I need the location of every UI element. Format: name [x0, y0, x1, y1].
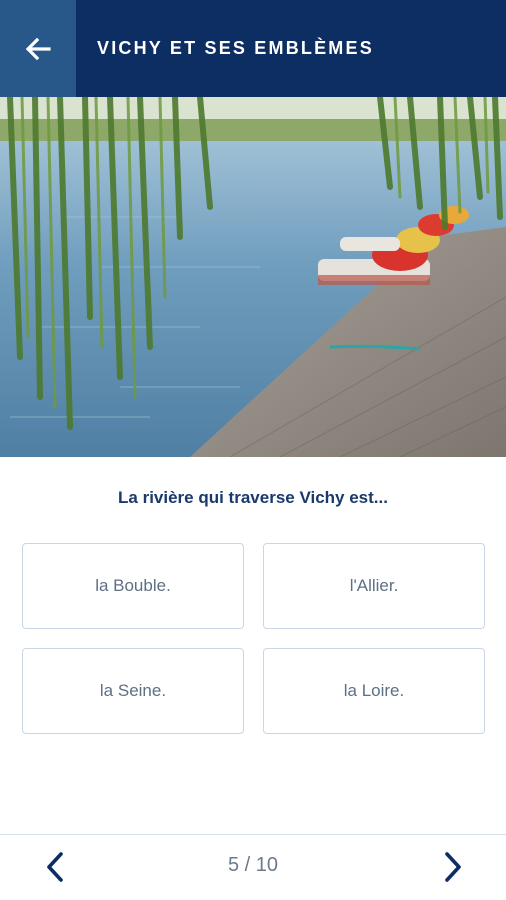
arrow-left-icon	[25, 37, 51, 60]
chevron-right-icon	[445, 852, 461, 882]
back-button[interactable]	[0, 0, 76, 97]
answer-option-2[interactable]: l'Allier.	[263, 543, 485, 629]
question-text: La rivière qui traverse Vichy est...	[118, 488, 388, 507]
answer-option-4[interactable]: la Loire.	[263, 648, 485, 734]
page-title: VICHY ET SES EMBLÈMES	[97, 38, 374, 58]
answer-option-3[interactable]: la Seine.	[22, 648, 244, 734]
quiz-photo	[0, 97, 506, 457]
answer-option-1[interactable]: la Bouble.	[22, 543, 244, 629]
footer-divider	[0, 834, 506, 835]
app-header: VICHY ET SES EMBLÈMES	[0, 0, 506, 97]
next-button[interactable]	[428, 845, 478, 889]
